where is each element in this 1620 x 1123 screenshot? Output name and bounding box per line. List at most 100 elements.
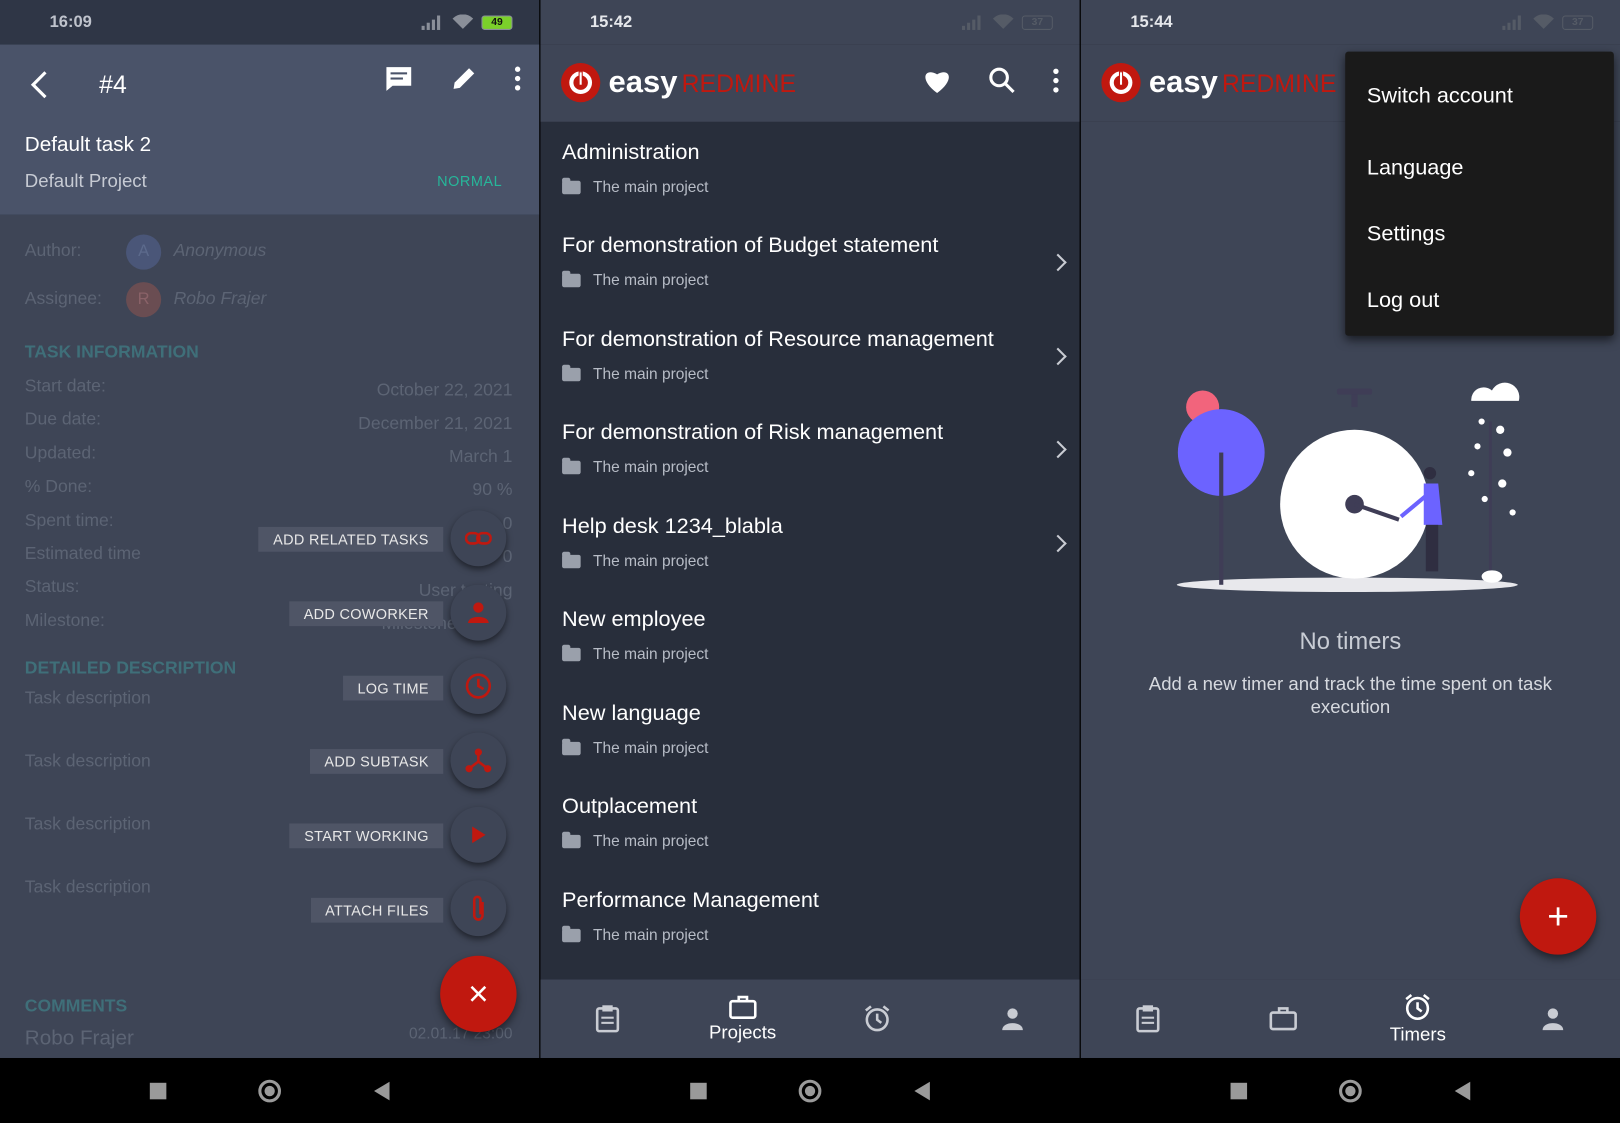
task-number: #4 [99, 71, 127, 100]
android-nav-bar [0, 1057, 540, 1123]
recent-apps-icon[interactable] [149, 1082, 167, 1099]
empty-state-title: No timers [1299, 627, 1402, 655]
comment-icon[interactable] [384, 65, 413, 92]
tab-timers[interactable]: Timers [1350, 979, 1485, 1058]
menu-item-language[interactable]: Language [1345, 124, 1614, 190]
parent-project: The main project [593, 178, 709, 197]
favorite-heart-icon[interactable] [923, 67, 952, 94]
bottom-tab-bar: Timers [1080, 979, 1620, 1058]
list-item[interactable]: New language The main project [562, 702, 1058, 785]
project-name: For demonstration of Risk management [562, 420, 944, 445]
paperclip-icon[interactable] [450, 880, 507, 937]
android-nav-bar [540, 1057, 1080, 1123]
home-icon[interactable] [799, 1079, 822, 1102]
list-item[interactable]: New employee The main project [562, 608, 1058, 691]
parent-project: The main project [593, 832, 709, 851]
status-bar: 16:09 49 [0, 0, 540, 45]
close-speed-dial-button[interactable]: × [440, 955, 517, 1033]
attach-files-label[interactable]: ATTACH FILES [310, 897, 444, 923]
wifi-icon [452, 14, 474, 29]
signal-icon [961, 14, 981, 30]
clock-icon[interactable] [450, 658, 507, 714]
play-icon[interactable] [450, 806, 507, 863]
add-timer-button[interactable]: + [1519, 878, 1597, 955]
parent-project: The main project [593, 552, 709, 571]
search-icon[interactable] [989, 67, 1016, 94]
list-item[interactable]: For demonstration of Budget statement Th… [562, 234, 1067, 317]
bottom-tab-bar: Projects [540, 979, 1080, 1058]
signal-icon [1502, 14, 1521, 30]
more-vert-icon[interactable] [1053, 68, 1059, 93]
assignee-name: Robo Frajer [173, 288, 267, 308]
back-icon[interactable] [1454, 1081, 1471, 1100]
projects-screen: 15:42 37 easy REDMINE Administration The… [540, 0, 1080, 1123]
tab-label: Projects [709, 1021, 777, 1042]
back-arrow-icon[interactable] [29, 69, 50, 109]
assignee-label: Assignee: [24, 288, 102, 308]
list-item[interactable]: Performance Management The main project [562, 889, 1058, 972]
field-label: Milestone: [24, 610, 105, 631]
project-name: Outplacement [562, 794, 698, 819]
home-icon[interactable] [258, 1079, 282, 1102]
add-related-tasks-label[interactable]: ADD RELATED TASKS [258, 526, 444, 552]
task-project: Default Project [24, 170, 147, 192]
list-item[interactable]: Help desk 1234_blabla The main project [562, 515, 1067, 598]
section-heading: TASK INFORMATION [24, 341, 199, 362]
task-detail-screen: 16:09 49 #4 Default task 2 Default Proje… [0, 0, 540, 1123]
description-text: Task description [24, 877, 151, 897]
alarm-clock-icon [865, 1005, 890, 1032]
wifi-icon [1533, 14, 1554, 29]
start-working-label[interactable]: START WORKING [289, 823, 444, 849]
field-label: Due date: [24, 409, 101, 429]
tab-tasks[interactable] [540, 979, 675, 1058]
recent-apps-icon[interactable] [1230, 1082, 1247, 1099]
empty-timers-illustration [1176, 382, 1520, 593]
menu-item-settings[interactable]: Settings [1345, 190, 1614, 256]
tab-profile[interactable] [945, 979, 1080, 1058]
log-time-label[interactable]: LOG TIME [342, 675, 444, 701]
easy-redmine-logo: easy REDMINE [561, 63, 796, 103]
edit-pencil-icon[interactable] [450, 65, 477, 92]
parent-project: The main project [593, 365, 709, 384]
tab-profile[interactable] [1485, 979, 1620, 1058]
field-label: Status: [24, 576, 80, 597]
folder-icon [562, 644, 581, 662]
field-value: 90 % [472, 479, 513, 500]
author-name: Anonymous [173, 240, 267, 261]
add-coworker-label[interactable]: ADD COWORKER [289, 601, 444, 627]
add-subtask-label[interactable]: ADD SUBTASK [309, 749, 444, 774]
folder-icon [562, 457, 581, 475]
tab-timers[interactable] [810, 979, 945, 1058]
menu-item-switch-account[interactable]: Switch account [1345, 52, 1614, 124]
person-icon[interactable] [450, 584, 507, 641]
tab-projects[interactable] [1216, 979, 1351, 1058]
project-name: New employee [562, 607, 706, 632]
back-icon[interactable] [914, 1081, 931, 1100]
field-value: October 22, 2021 [376, 380, 513, 400]
subtask-tree-icon[interactable] [450, 732, 507, 789]
more-vert-icon[interactable] [514, 66, 521, 91]
battery-icon: 37 [1562, 14, 1594, 30]
field-value: 0 [502, 546, 513, 567]
battery-icon: 49 [481, 14, 513, 30]
briefcase-icon [1269, 1007, 1297, 1031]
list-item[interactable]: For demonstration of Resource management… [562, 328, 1067, 411]
home-icon[interactable] [1339, 1079, 1363, 1102]
link-icon[interactable] [450, 510, 507, 567]
menu-item-log-out[interactable]: Log out [1345, 256, 1614, 322]
author-label: Author: [24, 240, 82, 261]
list-item[interactable]: Administration The main project [562, 141, 1058, 224]
clipboard-icon [596, 1005, 620, 1033]
parent-project: The main project [593, 739, 709, 758]
project-name: Administration [562, 140, 700, 165]
android-nav-bar [1080, 1057, 1620, 1123]
field-label: Estimated time [24, 543, 141, 564]
list-item[interactable]: Outplacement The main project [562, 795, 1058, 878]
tab-tasks[interactable] [1081, 979, 1216, 1058]
recent-apps-icon[interactable] [690, 1082, 707, 1099]
folder-icon [562, 551, 581, 569]
parent-project: The main project [593, 458, 709, 477]
tab-projects[interactable]: Projects [675, 979, 810, 1058]
back-icon[interactable] [374, 1081, 390, 1100]
list-item[interactable]: For demonstration of Risk management The… [562, 420, 1067, 504]
